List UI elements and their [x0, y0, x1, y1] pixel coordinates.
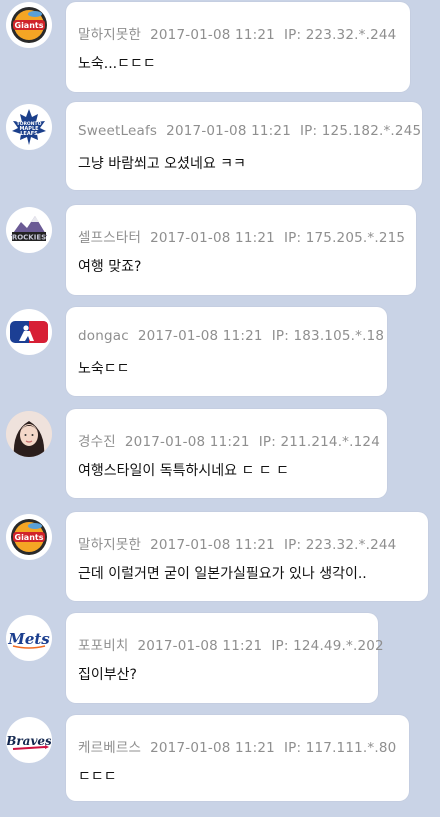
comment-ip: IP: 124.49.*.202	[271, 638, 384, 654]
comment-meta: dongac 2017-01-08 11:21 IP: 183.105.*.18	[78, 328, 384, 344]
comment-bubble: 포포비치 2017-01-08 11:21 IP: 124.49.*.202 집…	[66, 613, 384, 703]
comment-username[interactable]: 말하지못한	[78, 537, 141, 553]
comment-meta: 말하지못한 2017-01-08 11:21 IP: 223.32.*.244	[78, 23, 396, 43]
comment-ip: IP: 223.32.*.244	[283, 537, 397, 553]
comment-timestamp: 2017-01-08 11:21	[150, 740, 275, 756]
comment-ip: IP: 183.105.*.18	[271, 328, 385, 344]
comment-username[interactable]: dongac	[78, 328, 129, 344]
comment-bubble: 말하지못한 2017-01-08 11:21 IP: 223.32.*.244 …	[66, 2, 410, 92]
comment-ip: IP: 175.205.*.215	[283, 230, 406, 246]
comment-bubble: dongac 2017-01-08 11:21 IP: 183.105.*.18…	[66, 307, 387, 396]
comment-bubble: 말하지못한 2017-01-08 11:21 IP: 223.32.*.244 …	[66, 512, 428, 601]
rockies-logo-icon[interactable]: ROCKIES	[6, 207, 52, 253]
comment-text: 근데 이럴거면 굳이 일본가실필요가 있나 생각이..	[78, 566, 367, 582]
mets-logo-icon[interactable]: Mets	[6, 615, 52, 661]
comment-bubble: 케르베르스 2017-01-08 11:21 IP: 117.111.*.80 …	[66, 715, 409, 801]
comment-ip: IP: 223.32.*.244	[283, 27, 397, 43]
comment-ip: IP: 117.111.*.80	[283, 740, 397, 756]
comment-ip: IP: 125.182.*.245	[300, 123, 422, 139]
svg-text:Giants: Giants	[15, 21, 44, 30]
comment-timestamp: 2017-01-08 11:21	[137, 328, 263, 344]
comment-text: 그냥 바람쐬고 오셨네요 ㅋㅋ	[78, 156, 246, 172]
comment-timestamp: 2017-01-08 11:21	[137, 638, 263, 654]
comment-text: 노숙...ㄷㄷㄷ	[78, 56, 156, 72]
comment-text: 여행스타일이 독특하시네요 ㄷ ㄷ ㄷ	[78, 463, 289, 479]
comment-username[interactable]: SweetLeafs	[78, 123, 157, 139]
mlb-logo-icon[interactable]	[6, 309, 52, 355]
comment-ip: IP: 211.214.*.124	[258, 434, 380, 450]
comment-username[interactable]: 케르베르스	[78, 740, 141, 756]
comment-meta: 경수진 2017-01-08 11:21 IP: 211.214.*.124	[78, 430, 380, 450]
comment-text: 노숙ㄷㄷ	[78, 361, 130, 377]
svg-text:ROCKIES: ROCKIES	[12, 234, 46, 242]
comment-bubble: 경수진 2017-01-08 11:21 IP: 211.214.*.124 여…	[66, 409, 387, 498]
comment-timestamp: 2017-01-08 11:21	[150, 537, 275, 553]
giants-logo-icon[interactable]: Giants	[6, 2, 52, 48]
comment-text: 여행 맞죠?	[78, 259, 142, 275]
comment-timestamp: 2017-01-08 11:21	[166, 123, 292, 139]
comment-username[interactable]: 경수진	[78, 434, 116, 450]
svg-text:Mets: Mets	[7, 630, 50, 648]
comment-timestamp: 2017-01-08 11:21	[124, 434, 250, 450]
comment-username[interactable]: 셀프스타터	[78, 230, 141, 246]
comment-username[interactable]: 말하지못한	[78, 27, 141, 43]
comment-meta: 포포비치 2017-01-08 11:21 IP: 124.49.*.202	[78, 634, 384, 654]
comment-bubble: 셀프스타터 2017-01-08 11:21 IP: 175.205.*.215…	[66, 205, 416, 295]
comment-meta: 말하지못한 2017-01-08 11:21 IP: 223.32.*.244	[78, 533, 396, 553]
comment-text: ㄷㄷㄷ	[78, 769, 117, 785]
user-photo-icon[interactable]	[6, 411, 52, 457]
braves-logo-icon[interactable]: Braves	[6, 717, 52, 763]
comment-bubble: SweetLeafs 2017-01-08 11:21 IP: 125.182.…	[66, 102, 422, 190]
comment-username[interactable]: 포포비치	[78, 638, 128, 654]
giants-logo-icon[interactable]: Giants	[6, 514, 52, 560]
comment-text: 집이부산?	[78, 667, 137, 683]
svg-text:Giants: Giants	[15, 533, 44, 542]
comment-meta: SweetLeafs 2017-01-08 11:21 IP: 125.182.…	[78, 123, 421, 139]
comment-meta: 케르베르스 2017-01-08 11:21 IP: 117.111.*.80	[78, 736, 396, 756]
comment-timestamp: 2017-01-08 11:21	[150, 27, 275, 43]
svg-text:LEAFS: LEAFS	[20, 131, 38, 137]
maple-leafs-logo-icon[interactable]: TORONTO MAPLE LEAFS	[6, 104, 52, 150]
comment-timestamp: 2017-01-08 11:21	[150, 230, 275, 246]
svg-text:Braves: Braves	[7, 734, 51, 748]
comment-meta: 셀프스타터 2017-01-08 11:21 IP: 175.205.*.215	[78, 226, 405, 246]
